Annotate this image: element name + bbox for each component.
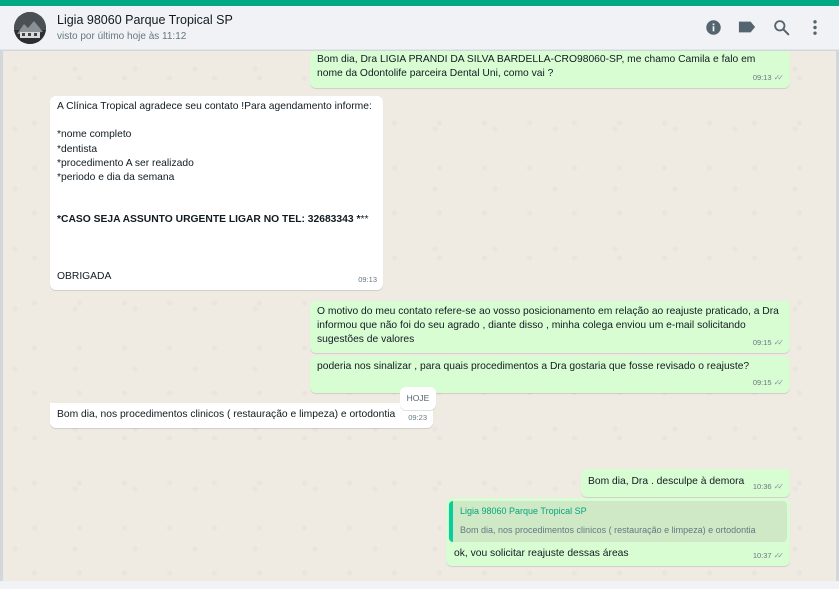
message-meta: 09:13	[358, 273, 377, 287]
contact-name: Ligia 98060 Parque Tropical SP	[57, 13, 233, 27]
message-time: 09:15	[752, 377, 772, 387]
message-outgoing[interactable]: Bom dia, Dra . desculpe à demora 10:36 ✓…	[581, 469, 790, 497]
message-meta: 09:13 ✓✓	[753, 71, 784, 85]
message-outgoing[interactable]: O motivo do meu contato refere-se ao vos…	[310, 301, 790, 353]
day-divider: HOJE	[400, 387, 436, 410]
double-check-icon: ✓✓	[773, 550, 785, 560]
menu-icon[interactable]	[805, 16, 825, 38]
message-meta: 09:23	[408, 411, 427, 425]
message-meta: 09:15 ✓✓	[753, 336, 784, 350]
message-outgoing-reply[interactable]: Ligia 98060 Parque Tropical SP Bom dia, …	[446, 498, 790, 566]
message-list[interactable]: Bom dia, Dra LIGIA PRANDI DA SILVA BARDE…	[3, 51, 836, 581]
double-check-icon: ✓✓	[773, 72, 785, 82]
double-check-icon: ✓✓	[773, 481, 785, 491]
message-closing: OBRIGADA	[57, 271, 112, 283]
double-check-icon: ✓✓	[773, 337, 785, 347]
message-outgoing[interactable]: Bom dia, Dra LIGIA PRANDI DA SILVA BARDE…	[310, 51, 790, 88]
quoted-message[interactable]: Ligia 98060 Parque Tropical SP Bom dia, …	[449, 501, 787, 542]
message-meta: 09:15 ✓✓	[753, 376, 784, 390]
quoted-text: Bom dia, nos procedimentos clinicos ( re…	[460, 525, 756, 535]
quoted-author: Ligia 98060 Parque Tropical SP	[460, 506, 587, 516]
message-text: O motivo do meu contato refere-se ao vos…	[317, 306, 779, 346]
message-text: Bom dia, Dra LIGIA PRANDI DA SILVA BARDE…	[317, 54, 756, 80]
info-icon[interactable]	[703, 16, 723, 38]
message-incoming[interactable]: A Clínica Tropical agradece seu contato …	[50, 96, 383, 290]
message-time: 09:23	[408, 412, 427, 422]
message-text: ok, vou solicitar reajuste dessas áreas	[454, 548, 629, 559]
composer-strip	[0, 581, 839, 589]
message-text: poderia nos sinalizar , para quais proce…	[317, 361, 750, 372]
message-time: 10:36	[752, 481, 772, 491]
message-time: 10:37	[752, 550, 772, 560]
avatar-image	[14, 12, 46, 44]
message-time: 09:13	[358, 274, 377, 284]
avatar[interactable]	[14, 12, 46, 44]
message-text: Bom dia, nos procedimentos clinicos ( re…	[57, 409, 396, 420]
last-seen-status: visto por último hoje às 11:12	[57, 31, 187, 42]
message-time: 09:13	[752, 72, 772, 82]
message-incoming[interactable]: Bom dia, nos procedimentos clinicos ( re…	[50, 403, 433, 428]
chat-header: Ligia 98060 Parque Tropical SP visto por…	[0, 6, 839, 50]
message-outgoing[interactable]: poderia nos sinalizar , para quais proce…	[310, 356, 790, 393]
contact-info[interactable]: Ligia 98060 Parque Tropical SP visto por…	[57, 12, 233, 43]
header-actions	[703, 16, 825, 38]
message-meta: 10:37 ✓✓	[753, 549, 784, 563]
message-bold-line: *CASO SEJA ASSUNTO URGENTE LIGAR NO TEL:…	[57, 214, 369, 226]
search-icon[interactable]	[771, 16, 791, 38]
label-icon[interactable]	[737, 16, 757, 38]
message-text: A Clínica Tropical agradece seu contato …	[57, 101, 372, 184]
message-meta: 10:36 ✓✓	[753, 480, 784, 494]
double-check-icon: ✓✓	[773, 377, 785, 387]
message-time: 09:15	[752, 337, 772, 347]
